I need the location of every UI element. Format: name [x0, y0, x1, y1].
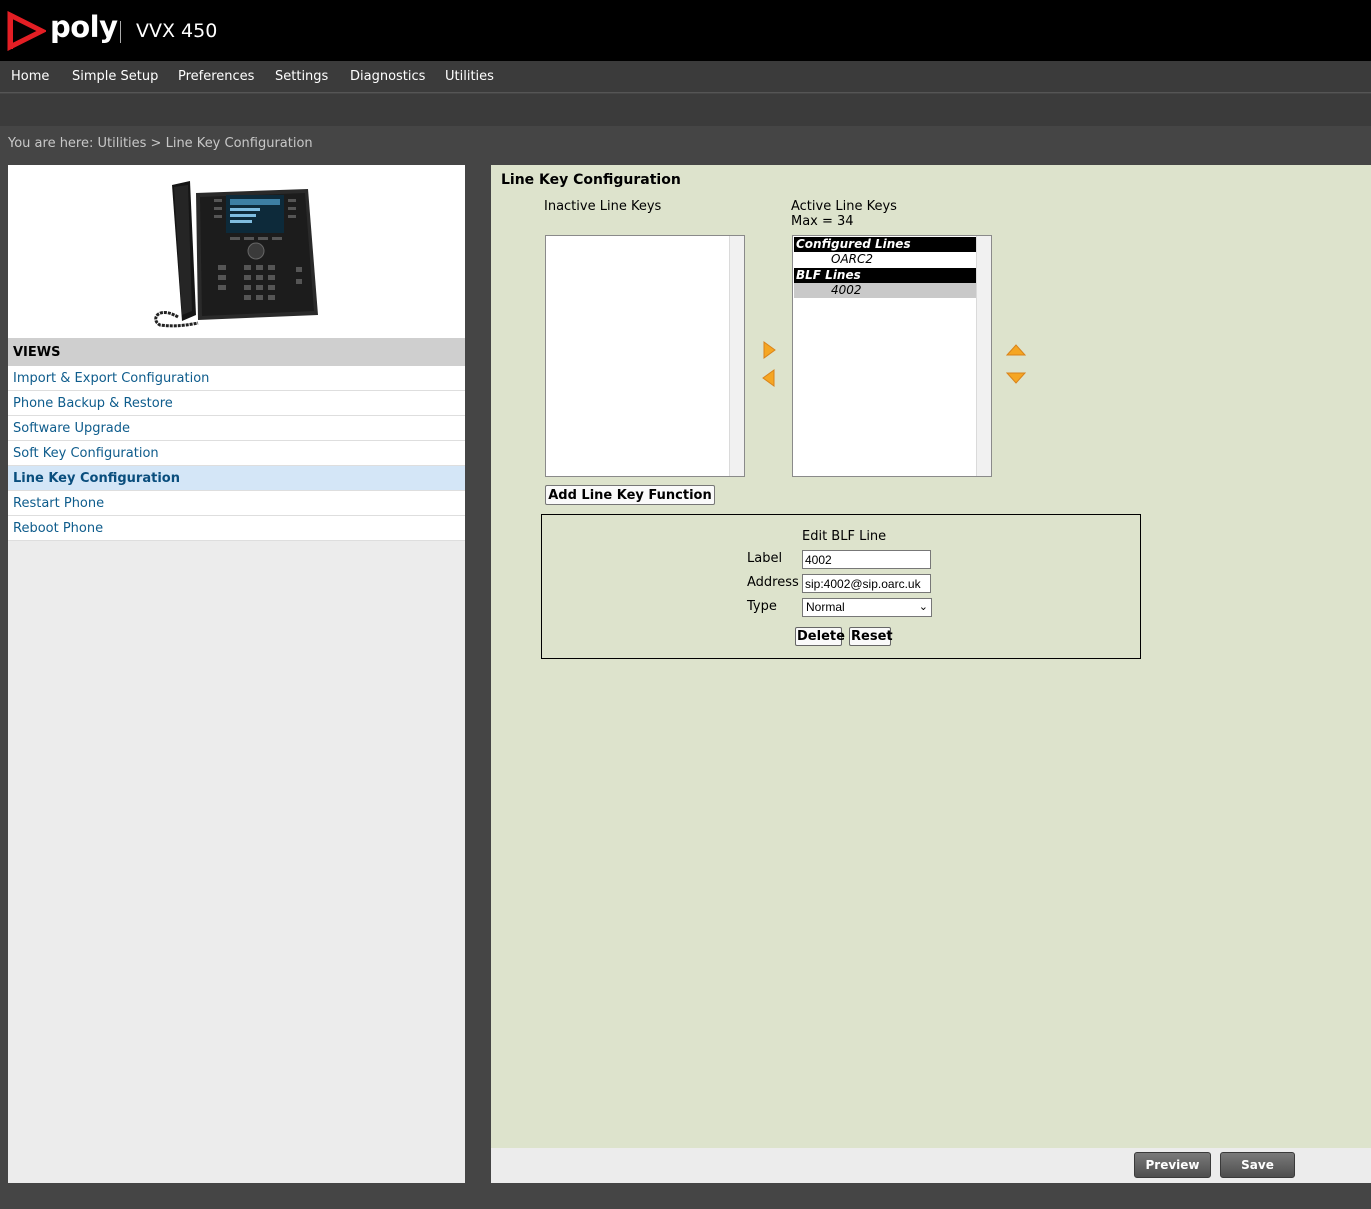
- active-list-scrollbar[interactable]: [976, 236, 991, 476]
- add-line-key-function-button[interactable]: Add Line Key Function: [545, 485, 715, 505]
- label-field-label: Label: [747, 551, 783, 566]
- move-up-arrow-icon[interactable]: [1006, 343, 1026, 357]
- sidebar-item-reboot-phone[interactable]: Reboot Phone: [8, 516, 465, 541]
- reset-button[interactable]: Reset: [849, 627, 893, 646]
- address-input[interactable]: [802, 574, 931, 593]
- list-group-blf-lines: BLF Lines: [794, 268, 976, 283]
- phone-image-box: [8, 165, 465, 338]
- sidebar-item-backup-restore[interactable]: Phone Backup & Restore: [8, 391, 465, 416]
- main-content: Line Key Configuration Inactive Line Key…: [491, 165, 1371, 1148]
- sidebar: VIEWS Import & Export Configuration Phon…: [8, 165, 465, 1183]
- move-right-arrow-icon[interactable]: [762, 341, 776, 359]
- main-nav: Home Simple Setup Preferences Settings D…: [0, 61, 1371, 93]
- delete-button[interactable]: Delete: [795, 627, 845, 646]
- inactive-keys-label: Inactive Line Keys: [544, 199, 662, 214]
- active-keys-list[interactable]: Configured Lines OARC2 BLF Lines 4002: [792, 235, 992, 477]
- type-select-value: Normal: [806, 600, 845, 614]
- views-header: VIEWS: [8, 338, 465, 366]
- sidebar-item-line-key-config[interactable]: Line Key Configuration: [8, 466, 465, 491]
- nav-settings[interactable]: Settings: [275, 69, 328, 84]
- chevron-down-icon: ⌄: [918, 601, 928, 613]
- inactive-list-scrollbar[interactable]: [729, 236, 744, 476]
- nav-utilities[interactable]: Utilities: [445, 69, 494, 84]
- sub-nav-bar: [0, 94, 1371, 126]
- nav-home[interactable]: Home: [11, 69, 49, 84]
- active-keys-max: Max = 34: [791, 214, 854, 229]
- footer-bar: Preview Save: [491, 1148, 1371, 1183]
- breadcrumb: You are here: Utilities > Line Key Confi…: [8, 136, 313, 151]
- move-left-arrow-icon[interactable]: [762, 369, 776, 387]
- sidebar-item-restart-phone[interactable]: Restart Phone: [8, 491, 465, 516]
- move-down-arrow-icon[interactable]: [1006, 371, 1026, 385]
- list-item-oarc2[interactable]: OARC2: [794, 252, 976, 267]
- list-group-configured-lines: Configured Lines: [794, 237, 976, 252]
- phone-model: VVX 450: [136, 20, 218, 42]
- type-field-label: Type: [747, 599, 777, 614]
- inactive-keys-list[interactable]: [545, 235, 745, 477]
- page-title: Line Key Configuration: [501, 172, 681, 188]
- top-header: poly VVX 450: [0, 0, 1371, 61]
- preview-button[interactable]: Preview: [1134, 1152, 1211, 1178]
- type-select[interactable]: Normal ⌄: [802, 598, 932, 617]
- label-input[interactable]: [802, 550, 931, 569]
- active-keys-label: Active Line Keys: [791, 199, 897, 214]
- sidebar-item-import-export[interactable]: Import & Export Configuration: [8, 366, 465, 391]
- sidebar-item-software-upgrade[interactable]: Software Upgrade: [8, 416, 465, 441]
- address-field-label: Address: [747, 575, 799, 590]
- edit-panel-title: Edit BLF Line: [802, 529, 887, 544]
- views-menu: Import & Export Configuration Phone Back…: [8, 366, 465, 541]
- nav-preferences[interactable]: Preferences: [178, 69, 254, 84]
- poly-logo-icon: [7, 11, 46, 51]
- sidebar-item-soft-key-config[interactable]: Soft Key Configuration: [8, 441, 465, 466]
- edit-blf-line-panel: Edit BLF Line Label Address Type Normal …: [541, 514, 1141, 659]
- header-divider: [120, 21, 121, 43]
- save-button[interactable]: Save: [1220, 1152, 1295, 1178]
- nav-simple-setup[interactable]: Simple Setup: [72, 69, 158, 84]
- list-item-4002[interactable]: 4002: [794, 283, 976, 298]
- phone-image: [154, 181, 318, 328]
- nav-diagnostics[interactable]: Diagnostics: [350, 69, 425, 84]
- brand-name: poly: [50, 10, 118, 44]
